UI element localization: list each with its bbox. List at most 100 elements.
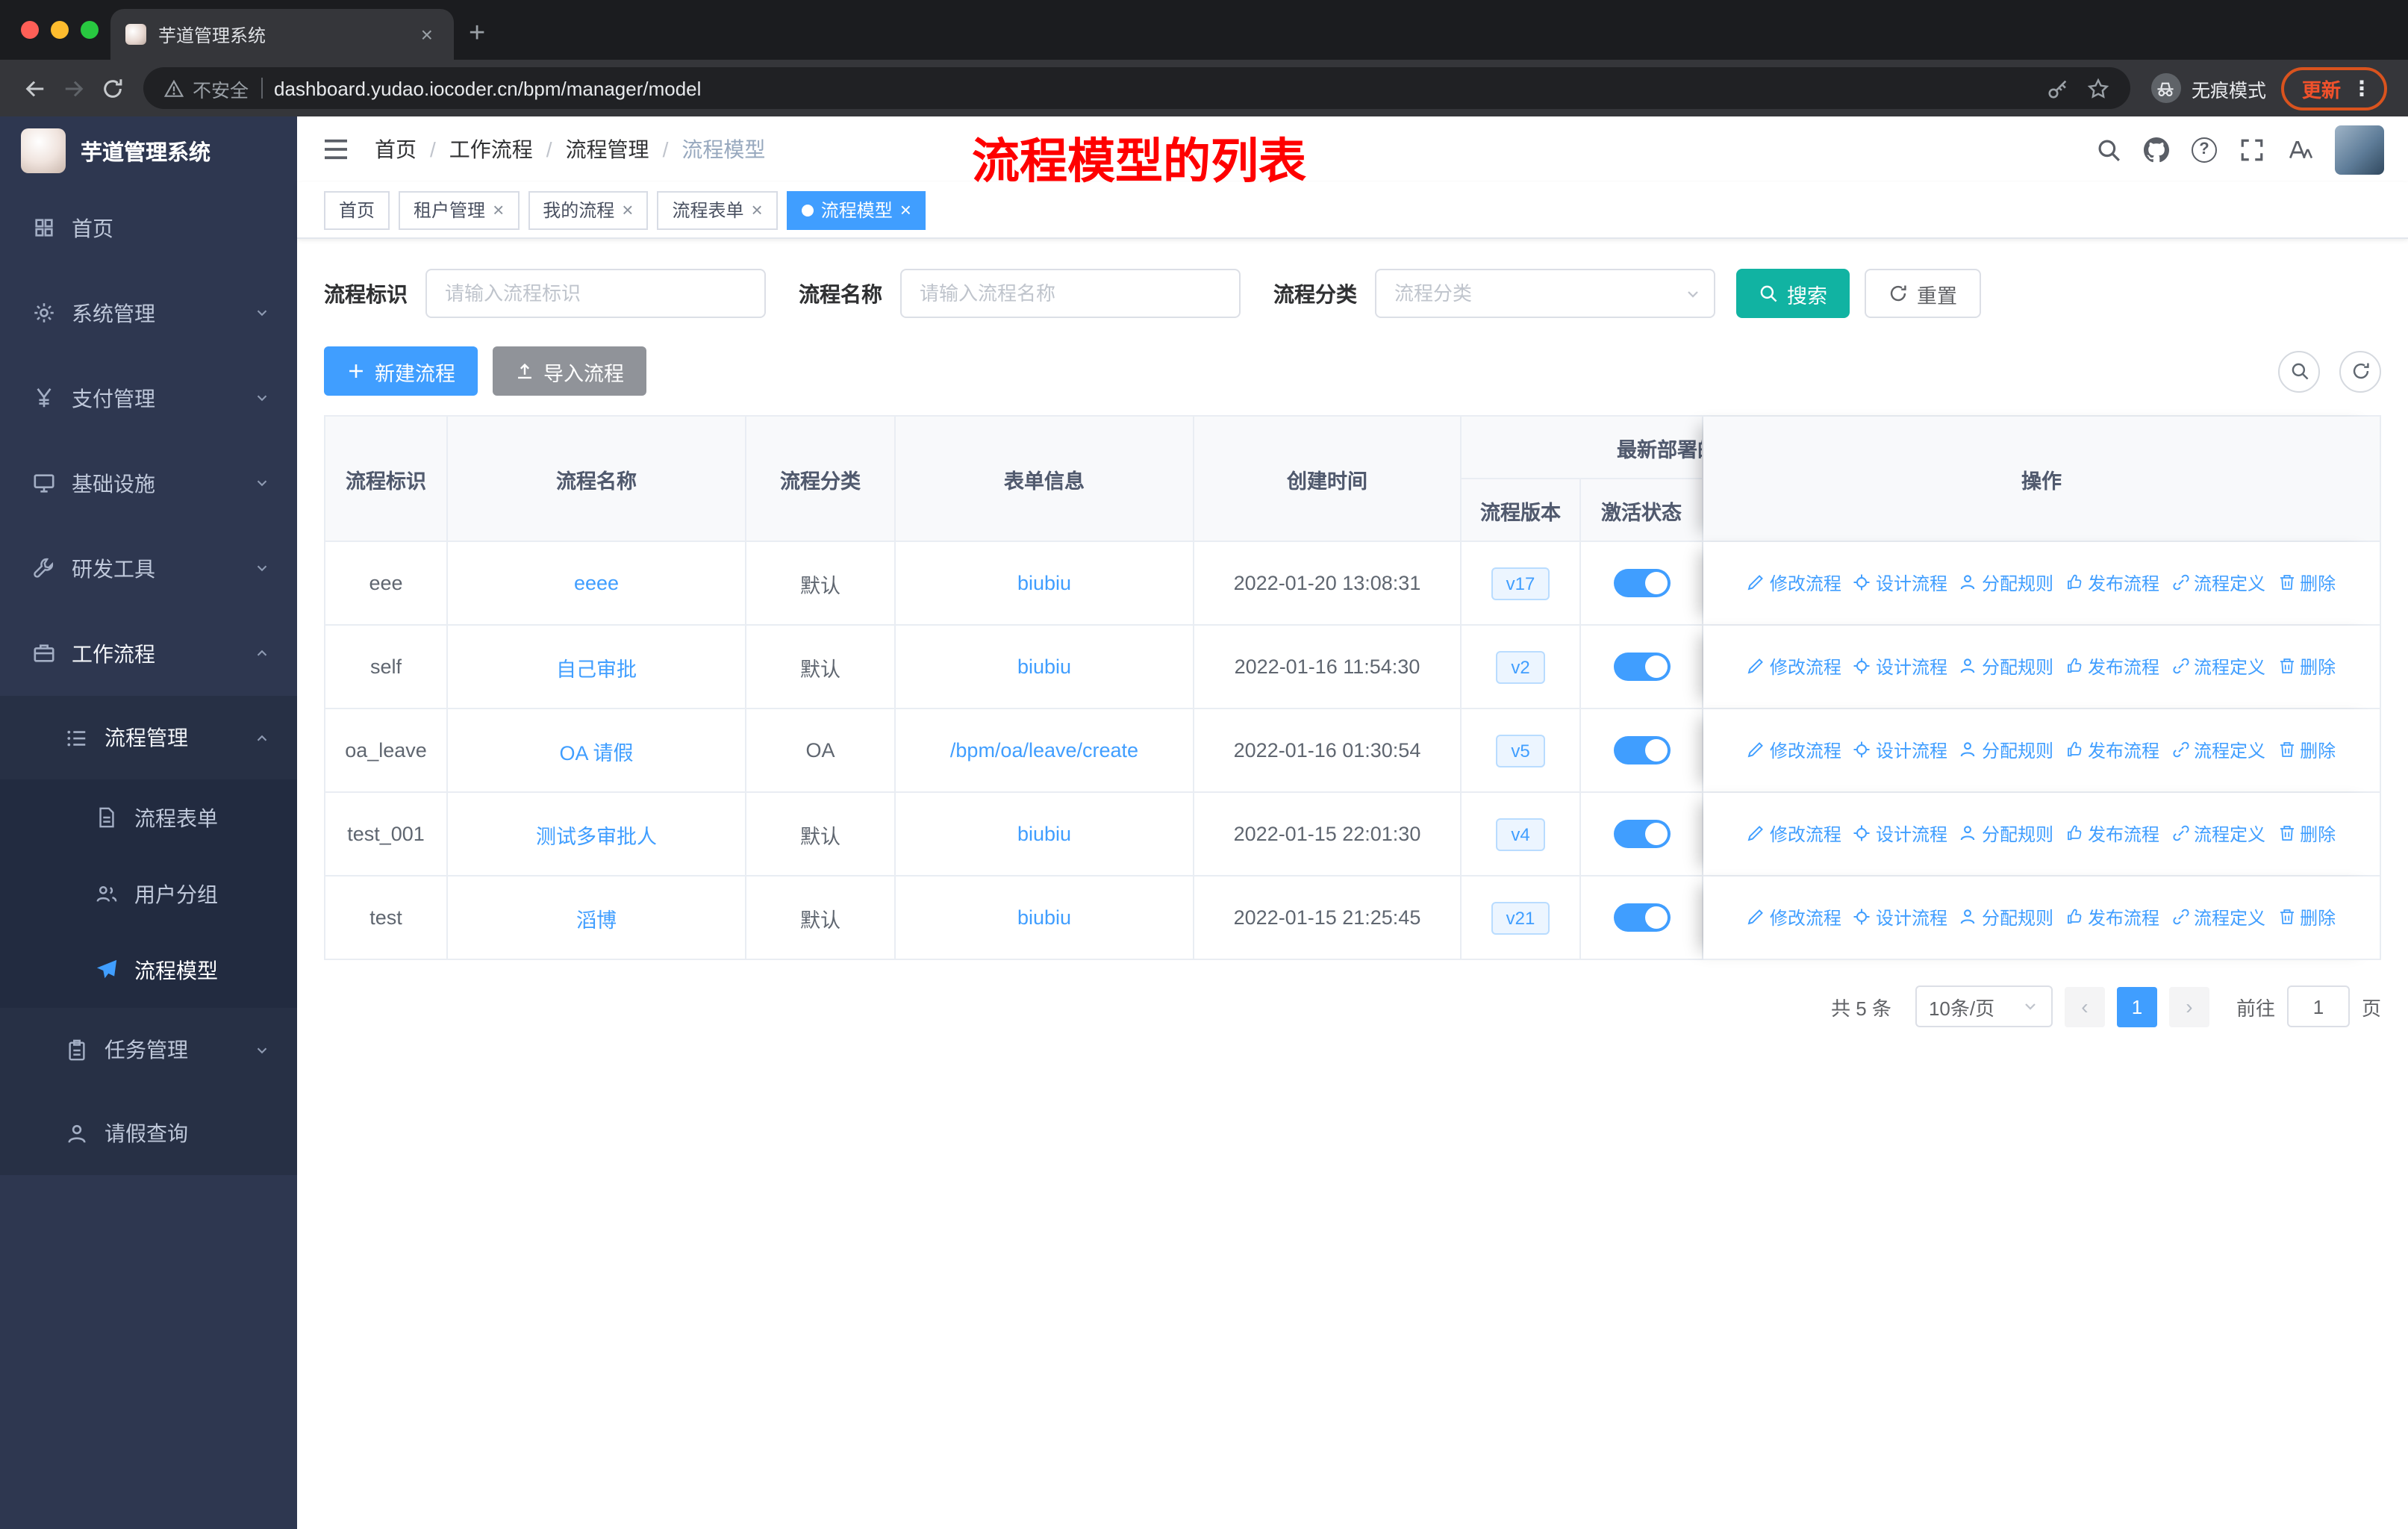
modify-flow-link[interactable]: 修改流程 [1747,654,1841,679]
sidebar-item-task-management[interactable]: 任务管理 [0,1008,297,1092]
process-name-link[interactable]: 滔博 [576,909,617,931]
sidebar-item-system-management[interactable]: 系统管理 [0,270,297,355]
publish-flow-link[interactable]: 发布流程 [2065,821,2159,847]
toggle-search-button[interactable] [2278,350,2320,392]
user-avatar[interactable] [2335,125,2384,174]
breadcrumb-process-management[interactable]: 流程管理 [566,134,649,164]
close-icon[interactable]: × [493,200,504,219]
assign-rule-link[interactable]: 分配规则 [1959,738,2053,763]
tag-home[interactable]: 首页 [324,190,390,229]
process-name-link[interactable]: 测试多审批人 [536,825,657,847]
chrome-update-button[interactable]: 更新 ⋮ [2280,66,2387,110]
delete-link[interactable]: 删除 [2277,738,2336,763]
process-category-select[interactable] [1375,269,1715,318]
github-icon[interactable] [2144,137,2169,162]
reset-button[interactable]: 重置 [1865,269,1981,318]
assign-rule-link[interactable]: 分配规则 [1959,654,2053,679]
tag-process-model[interactable]: 流程模型 × [786,190,926,229]
design-flow-link[interactable]: 设计流程 [1853,821,1947,847]
page-size-select[interactable]: 10条/页 [1915,985,2053,1027]
design-flow-link[interactable]: 设计流程 [1853,738,1947,763]
tag-process-form[interactable]: 流程表单 × [657,190,778,229]
breadcrumb-home[interactable]: 首页 [375,134,417,164]
assign-rule-link[interactable]: 分配规则 [1959,570,2053,596]
delete-link[interactable]: 删除 [2277,905,2336,930]
sidebar-item-payment-management[interactable]: 支付管理 [0,355,297,440]
design-flow-link[interactable]: 设计流程 [1853,654,1947,679]
process-id-input[interactable] [425,269,766,318]
tab-close-icon[interactable]: × [415,21,439,48]
active-toggle[interactable] [1613,736,1670,764]
flow-definition-link[interactable]: 流程定义 [2171,821,2265,847]
delete-link[interactable]: 删除 [2277,654,2336,679]
close-window-button[interactable] [21,21,39,39]
breadcrumb-workflow[interactable]: 工作流程 [449,134,533,164]
sidebar-item-process-management[interactable]: 流程管理 [0,696,297,779]
sidebar-item-process-form[interactable]: 流程表单 [0,779,297,856]
sidebar-item-user-group[interactable]: 用户分组 [0,856,297,932]
process-name-input[interactable] [900,269,1241,318]
active-toggle[interactable] [1613,903,1670,932]
maximize-window-button[interactable] [81,21,99,39]
sidebar-item-process-model[interactable]: 流程模型 [0,932,297,1008]
browser-menu-icon[interactable]: ⋮ [2351,75,2372,101]
form-info-link[interactable]: biubiu [1017,906,1071,929]
sidebar-item-dev-tools[interactable]: 研发工具 [0,526,297,611]
tag-tenant-management[interactable]: 租户管理 × [399,190,520,229]
form-info-link[interactable]: biubiu [1017,572,1071,594]
flow-definition-link[interactable]: 流程定义 [2171,570,2265,596]
modify-flow-link[interactable]: 修改流程 [1747,905,1841,930]
modify-flow-link[interactable]: 修改流程 [1747,821,1841,847]
sidebar-item-leave-query[interactable]: 请假查询 [0,1092,297,1175]
sidebar-item-infrastructure[interactable]: 基础设施 [0,440,297,526]
publish-flow-link[interactable]: 发布流程 [2065,570,2159,596]
browser-tab[interactable]: 芋道管理系统 × [110,9,454,60]
close-icon[interactable]: × [900,200,911,219]
active-toggle[interactable] [1613,820,1670,848]
design-flow-link[interactable]: 设计流程 [1853,905,1947,930]
close-icon[interactable]: × [752,200,763,219]
new-tab-button[interactable]: + [469,18,485,51]
active-toggle[interactable] [1613,653,1670,681]
form-info-link[interactable]: /bpm/oa/leave/create [950,739,1138,762]
close-icon[interactable]: × [622,200,633,219]
help-icon[interactable] [2192,137,2217,162]
fullscreen-icon[interactable] [2239,137,2265,162]
modify-flow-link[interactable]: 修改流程 [1747,738,1841,763]
process-name-link[interactable]: OA 请假 [559,741,633,764]
minimize-window-button[interactable] [51,21,69,39]
bookmark-star-icon[interactable] [2087,77,2109,99]
publish-flow-link[interactable]: 发布流程 [2065,905,2159,930]
password-key-icon[interactable] [2047,77,2069,99]
back-button[interactable] [15,69,54,108]
publish-flow-link[interactable]: 发布流程 [2065,654,2159,679]
next-page-button[interactable]: › [2168,986,2209,1027]
delete-link[interactable]: 删除 [2277,821,2336,847]
form-info-link[interactable]: biubiu [1017,655,1071,678]
search-icon[interactable] [2096,137,2121,162]
sidebar-item-workflow[interactable]: 工作流程 [0,611,297,696]
address-bar[interactable]: 不安全 dashboard.yudao.iocoder.cn/bpm/manag… [143,67,2130,109]
search-button[interactable]: 搜索 [1736,269,1850,318]
publish-flow-link[interactable]: 发布流程 [2065,738,2159,763]
font-size-icon[interactable] [2287,137,2312,162]
modify-flow-link[interactable]: 修改流程 [1747,570,1841,596]
delete-link[interactable]: 删除 [2277,570,2336,596]
active-toggle[interactable] [1613,569,1670,597]
import-process-button[interactable]: 导入流程 [493,346,646,396]
design-flow-link[interactable]: 设计流程 [1853,570,1947,596]
security-indicator[interactable]: 不安全 [164,74,249,102]
process-name-link[interactable]: 自己审批 [556,658,637,680]
flow-definition-link[interactable]: 流程定义 [2171,738,2265,763]
flow-definition-link[interactable]: 流程定义 [2171,654,2265,679]
sidebar-collapse-icon[interactable] [321,134,351,164]
create-process-button[interactable]: 新建流程 [324,346,478,396]
reload-button[interactable] [93,69,131,108]
flow-definition-link[interactable]: 流程定义 [2171,905,2265,930]
app-logo[interactable]: 芋道管理系统 [0,116,297,185]
sidebar-item-home[interactable]: 首页 [0,185,297,270]
form-info-link[interactable]: biubiu [1017,823,1071,845]
forward-button[interactable] [54,69,93,108]
current-page-button[interactable]: 1 [2116,986,2157,1027]
tag-my-process[interactable]: 我的流程 × [528,190,649,229]
